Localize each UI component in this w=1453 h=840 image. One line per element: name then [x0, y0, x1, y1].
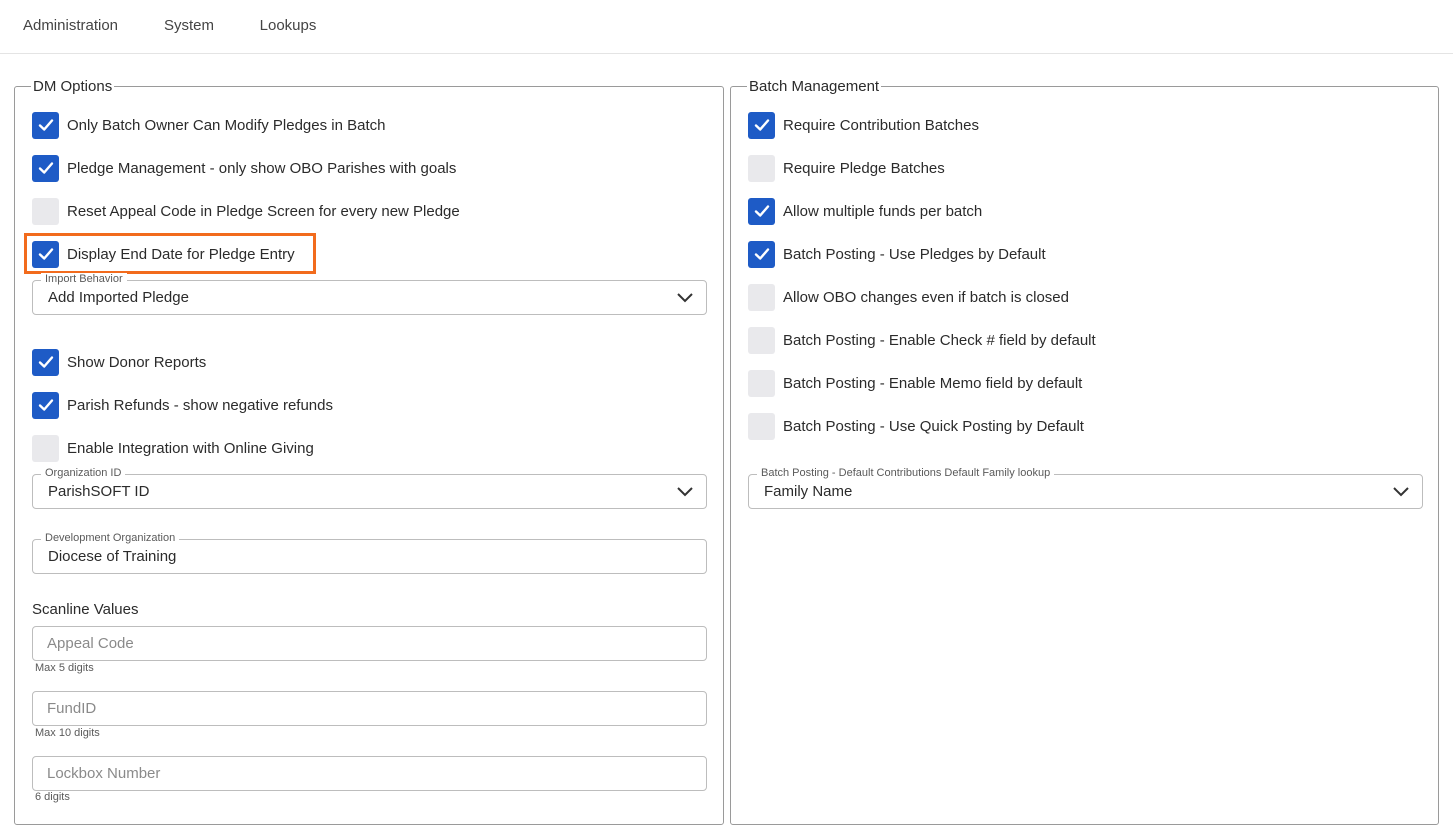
appeal-code-input[interactable]	[33, 627, 706, 660]
checkbox-label: Require Contribution Batches	[783, 116, 979, 134]
development-organization-label: Development Organization	[41, 532, 180, 545]
checkbox-checked[interactable]	[748, 111, 775, 139]
checkbox-require-contribution-batches[interactable]: Require Contribution Batches	[748, 111, 979, 139]
checkmark-icon	[38, 356, 53, 368]
lockbox-number-field[interactable]	[32, 756, 707, 791]
checkbox-unchecked[interactable]	[748, 283, 775, 311]
checkbox-label: Batch Posting - Use Pledges by Default	[783, 245, 1046, 263]
checkbox-parish-refunds[interactable]: Parish Refunds - show negative refunds	[32, 391, 333, 419]
lockbox-number-input[interactable]	[33, 757, 706, 790]
batch-management-panel: Batch Management Require Contribution Ba…	[730, 78, 1439, 825]
checkbox-only-batch-owner[interactable]: Only Batch Owner Can Modify Pledges in B…	[32, 111, 386, 139]
family-lookup-label: Batch Posting - Default Contributions De…	[757, 467, 1055, 480]
tab-lookups[interactable]: Lookups	[237, 0, 339, 54]
checkbox-label: Batch Posting - Enable Check # field by …	[783, 331, 1096, 349]
checkbox-quick-posting[interactable]: Batch Posting - Use Quick Posting by Def…	[748, 412, 1084, 440]
checkbox-checked[interactable]	[32, 111, 59, 139]
checkbox-unchecked[interactable]	[748, 326, 775, 354]
checkbox-unchecked[interactable]	[32, 434, 59, 462]
import-behavior-select[interactable]: Import Behavior Add Imported Pledge	[32, 273, 707, 315]
development-organization-value: Diocese of Training	[48, 548, 177, 565]
checkbox-label: Parish Refunds - show negative refunds	[67, 396, 333, 414]
checkbox-label: Batch Posting - Enable Memo field by def…	[783, 374, 1083, 392]
fund-id-helper: Max 10 digits	[35, 727, 100, 739]
import-behavior-label: Import Behavior	[41, 273, 127, 286]
checkmark-icon	[754, 205, 769, 217]
checkmark-icon	[38, 399, 53, 411]
checkbox-unchecked[interactable]	[748, 369, 775, 397]
tab-system[interactable]: System	[141, 0, 237, 54]
lockbox-number-helper: 6 digits	[35, 791, 70, 803]
appeal-code-field[interactable]	[32, 626, 707, 661]
checkbox-label: Allow OBO changes even if batch is close…	[783, 288, 1069, 306]
checkbox-multiple-funds[interactable]: Allow multiple funds per batch	[748, 197, 982, 225]
checkbox-pledge-management-obo[interactable]: Pledge Management - only show OBO Parish…	[32, 154, 456, 182]
dm-options-legend: DM Options	[31, 78, 115, 95]
organization-id-label: Organization ID	[41, 467, 126, 480]
checkbox-checked[interactable]	[748, 240, 775, 268]
checkbox-require-pledge-batches[interactable]: Require Pledge Batches	[748, 154, 945, 182]
checkbox-reset-appeal-code[interactable]: Reset Appeal Code in Pledge Screen for e…	[32, 197, 460, 225]
checkmark-icon	[754, 119, 769, 131]
checkbox-enable-memo-field[interactable]: Batch Posting - Enable Memo field by def…	[748, 369, 1082, 397]
checkmark-icon	[38, 119, 53, 131]
checkbox-show-donor-reports[interactable]: Show Donor Reports	[32, 348, 206, 376]
checkbox-checked[interactable]	[32, 391, 59, 419]
checkbox-online-giving[interactable]: Enable Integration with Online Giving	[32, 434, 314, 462]
checkbox-label: Require Pledge Batches	[783, 159, 945, 177]
family-lookup-select[interactable]: Batch Posting - Default Contributions De…	[748, 467, 1423, 509]
checkbox-label: Pledge Management - only show OBO Parish…	[67, 159, 457, 177]
family-lookup-value: Family Name	[764, 483, 853, 500]
chevron-down-icon	[1393, 487, 1409, 497]
tab-administration[interactable]: Administration	[0, 0, 141, 54]
checkbox-label: Allow multiple funds per batch	[783, 202, 983, 220]
checkbox-label: Only Batch Owner Can Modify Pledges in B…	[67, 116, 386, 134]
scanline-values-heading: Scanline Values	[32, 601, 139, 618]
chevron-down-icon	[677, 487, 693, 497]
development-organization-field[interactable]: Development Organization Diocese of Trai…	[32, 532, 707, 574]
organization-id-value: ParishSOFT ID	[48, 483, 150, 500]
checkbox-enable-check-field[interactable]: Batch Posting - Enable Check # field by …	[748, 326, 1096, 354]
fund-id-input[interactable]	[33, 692, 706, 725]
checkbox-checked[interactable]	[32, 348, 59, 376]
checkbox-unchecked[interactable]	[748, 412, 775, 440]
checkbox-checked[interactable]	[32, 154, 59, 182]
checkbox-label: Batch Posting - Use Quick Posting by Def…	[783, 417, 1084, 435]
batch-management-legend: Batch Management	[747, 78, 882, 95]
checkbox-label: Enable Integration with Online Giving	[67, 439, 314, 457]
checkbox-obo-changes-closed[interactable]: Allow OBO changes even if batch is close…	[748, 283, 1069, 311]
fund-id-field[interactable]	[32, 691, 707, 726]
checkbox-label: Reset Appeal Code in Pledge Screen for e…	[67, 202, 460, 220]
checkbox-checked[interactable]	[748, 197, 775, 225]
checkbox-unchecked[interactable]	[748, 154, 775, 182]
appeal-code-helper: Max 5 digits	[35, 662, 94, 674]
dm-options-panel: DM Options Only Batch Owner Can Modify P…	[14, 78, 724, 825]
checkbox-label: Show Donor Reports	[67, 353, 207, 371]
checkmark-icon	[38, 162, 53, 174]
checkbox-use-pledges-default[interactable]: Batch Posting - Use Pledges by Default	[748, 240, 1046, 268]
highlight-box	[24, 233, 316, 274]
tab-bar: Administration System Lookups	[0, 0, 1453, 54]
checkbox-unchecked[interactable]	[32, 197, 59, 225]
organization-id-select[interactable]: Organization ID ParishSOFT ID	[32, 467, 707, 509]
checkmark-icon	[754, 248, 769, 260]
chevron-down-icon	[677, 293, 693, 303]
import-behavior-value: Add Imported Pledge	[48, 289, 189, 306]
